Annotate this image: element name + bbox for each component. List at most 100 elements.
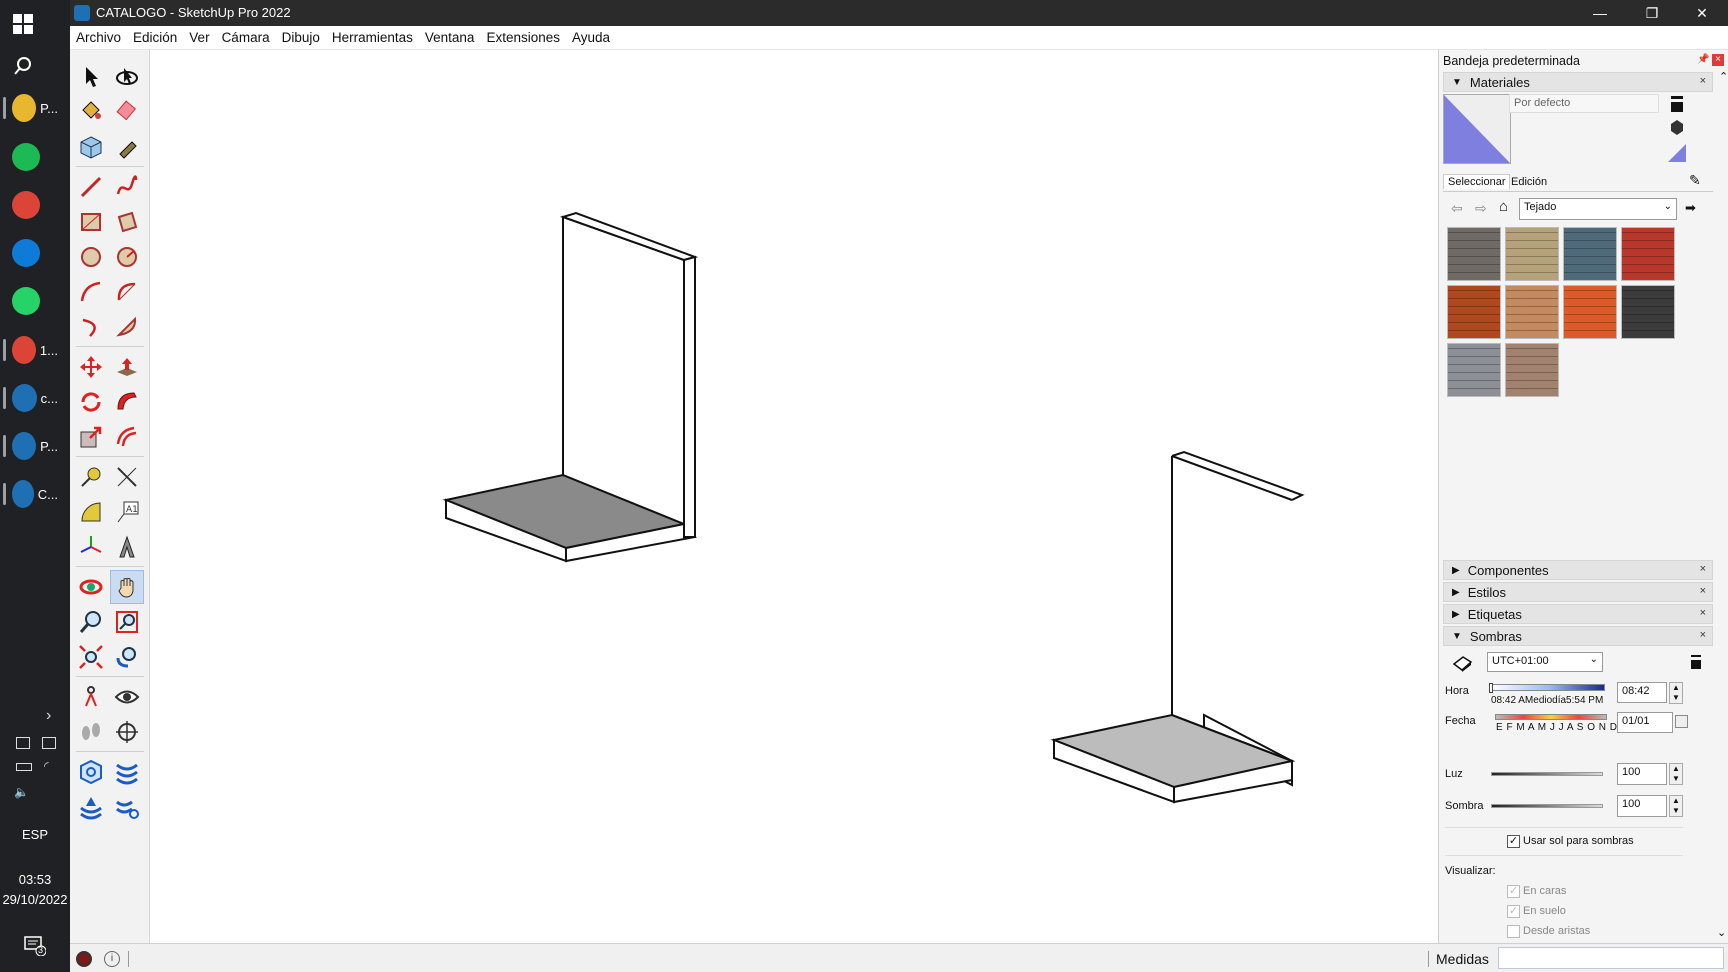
create-material-icon[interactable]: [1669, 118, 1685, 136]
look-around-icon[interactable]: [110, 680, 144, 714]
rotate-tool-icon[interactable]: [74, 385, 108, 419]
section-plane-icon[interactable]: [110, 715, 144, 749]
material-swatch[interactable]: [1447, 227, 1501, 281]
tags-header[interactable]: ▶ Etiquetas ×: [1443, 604, 1713, 624]
pie-tool-icon[interactable]: [110, 310, 144, 344]
rectangle-tool-icon[interactable]: [74, 205, 108, 239]
make-component-icon[interactable]: [74, 130, 108, 164]
on-faces-checkbox[interactable]: ✓: [1507, 885, 1520, 898]
material-swatch[interactable]: [1621, 285, 1675, 339]
sandbox-stamp-icon[interactable]: [110, 790, 144, 824]
screen-capture-icon[interactable]: [42, 737, 56, 749]
camera-icon[interactable]: [16, 737, 30, 749]
taskbar-app-6[interactable]: 1...: [3, 330, 58, 370]
menu-herramientas[interactable]: Herramientas: [332, 30, 413, 45]
material-swatch[interactable]: [1563, 285, 1617, 339]
paint-bucket-icon[interactable]: [74, 94, 108, 128]
menu-camara[interactable]: Cámara: [222, 30, 270, 45]
follow-me-icon[interactable]: [110, 385, 144, 419]
shadows-header[interactable]: ▼ Sombras ×: [1443, 626, 1713, 646]
arc-tool-icon[interactable]: [74, 275, 108, 309]
measurements-box[interactable]: [1498, 947, 1724, 969]
text-tool-icon[interactable]: A1: [110, 495, 144, 529]
calendar-icon[interactable]: [1675, 715, 1688, 728]
time-spinner[interactable]: ▲ ▼: [1669, 682, 1683, 704]
shade-field[interactable]: 100: [1617, 795, 1667, 817]
taskbar-app-4[interactable]: [12, 233, 58, 273]
dimension-tool-icon[interactable]: [110, 460, 144, 494]
close-button[interactable]: ✕: [1676, 0, 1728, 26]
smoove-icon[interactable]: [74, 790, 108, 824]
3d-text-icon[interactable]: [110, 530, 144, 564]
menu-ver[interactable]: Ver: [189, 30, 209, 45]
sandbox-from-contours-icon[interactable]: [74, 755, 108, 789]
windows-start-icon[interactable]: [12, 4, 58, 44]
pan-hand-icon[interactable]: [110, 570, 144, 604]
menu-ayuda[interactable]: Ayuda: [572, 30, 610, 45]
shade-slider[interactable]: [1491, 804, 1603, 808]
search-icon[interactable]: [12, 46, 58, 86]
line-tool-icon[interactable]: [74, 170, 108, 204]
light-field[interactable]: 100: [1617, 763, 1667, 785]
menu-ventana[interactable]: Ventana: [425, 30, 475, 45]
three-point-arc-icon[interactable]: [74, 310, 108, 344]
circle-tool-icon[interactable]: [74, 240, 108, 274]
home-icon[interactable]: ⌂: [1499, 198, 1508, 215]
material-swatch[interactable]: [1563, 227, 1617, 281]
clock[interactable]: 03:53 29/10/2022: [0, 870, 70, 910]
eraser-icon[interactable]: [110, 94, 144, 128]
drawing-area[interactable]: [150, 50, 1438, 943]
orbit-select-tool-icon[interactable]: [110, 60, 144, 94]
taskbar-app-9[interactable]: C...: [3, 474, 58, 514]
default-material-swatch[interactable]: [1668, 144, 1686, 162]
tab-edit[interactable]: Edición: [1511, 176, 1547, 188]
date-field[interactable]: 01/01: [1617, 712, 1673, 733]
material-swatch[interactable]: [1505, 343, 1559, 397]
two-point-arc-icon[interactable]: [110, 275, 144, 309]
materials-header[interactable]: ▼ Materiales ×: [1443, 72, 1713, 92]
chevron-right-icon[interactable]: ›: [46, 707, 51, 725]
close-section-icon[interactable]: ×: [1700, 607, 1706, 619]
taskbar-app-1[interactable]: P...: [3, 88, 58, 128]
taskbar-app-5[interactable]: [12, 281, 58, 321]
close-section-icon[interactable]: ×: [1700, 563, 1706, 575]
select-tool-icon[interactable]: [74, 60, 108, 94]
pin-icon[interactable]: 📌: [1697, 54, 1709, 65]
polygon-tool-icon[interactable]: [110, 240, 144, 274]
previous-view-icon[interactable]: [110, 640, 144, 674]
push-pull-icon[interactable]: [110, 350, 144, 384]
material-swatch[interactable]: [1621, 227, 1675, 281]
tape-measure-icon[interactable]: [74, 460, 108, 494]
taskbar-app-8[interactable]: P...: [3, 426, 58, 466]
date-slider[interactable]: [1495, 714, 1607, 720]
material-swatch[interactable]: [1505, 227, 1559, 281]
zoom-extents-icon[interactable]: [74, 640, 108, 674]
notifications-icon[interactable]: 3: [24, 936, 47, 957]
scroll-up-icon[interactable]: ⌃: [1719, 70, 1728, 83]
geo-location-icon[interactable]: [76, 951, 92, 967]
protractor-icon[interactable]: [74, 495, 108, 529]
tab-select[interactable]: Seleccionar: [1443, 174, 1511, 189]
on-ground-checkbox[interactable]: ✓: [1507, 905, 1520, 918]
zoom-window-icon[interactable]: [110, 605, 144, 639]
orbit-icon[interactable]: [74, 570, 108, 604]
scale-tool-icon[interactable]: [74, 420, 108, 454]
eyedropper-icon[interactable]: ✎: [1689, 172, 1701, 189]
use-sun-checkbox[interactable]: ✓: [1507, 835, 1520, 848]
wall-model-1[interactable]: [442, 211, 699, 563]
move-tool-icon[interactable]: [74, 350, 108, 384]
shade-spinner[interactable]: ▲ ▼: [1669, 795, 1683, 817]
axes-tool-icon[interactable]: [74, 530, 108, 564]
menu-archivo[interactable]: Archivo: [76, 30, 121, 45]
minimize-button[interactable]: —: [1574, 0, 1626, 26]
material-swatch[interactable]: [1505, 285, 1559, 339]
freehand-tool-icon[interactable]: [110, 170, 144, 204]
tag-tool-icon[interactable]: [110, 130, 144, 164]
sandbox-from-scratch-icon[interactable]: [110, 755, 144, 789]
components-header[interactable]: ▶ Componentes ×: [1443, 560, 1713, 580]
library-select[interactable]: Tejado ⌄: [1519, 198, 1677, 220]
light-spinner[interactable]: ▲ ▼: [1669, 763, 1683, 785]
display-secondary-icon[interactable]: [1671, 96, 1683, 112]
close-section-icon[interactable]: ×: [1700, 629, 1706, 641]
back-arrow-icon[interactable]: ⇦: [1451, 200, 1463, 217]
